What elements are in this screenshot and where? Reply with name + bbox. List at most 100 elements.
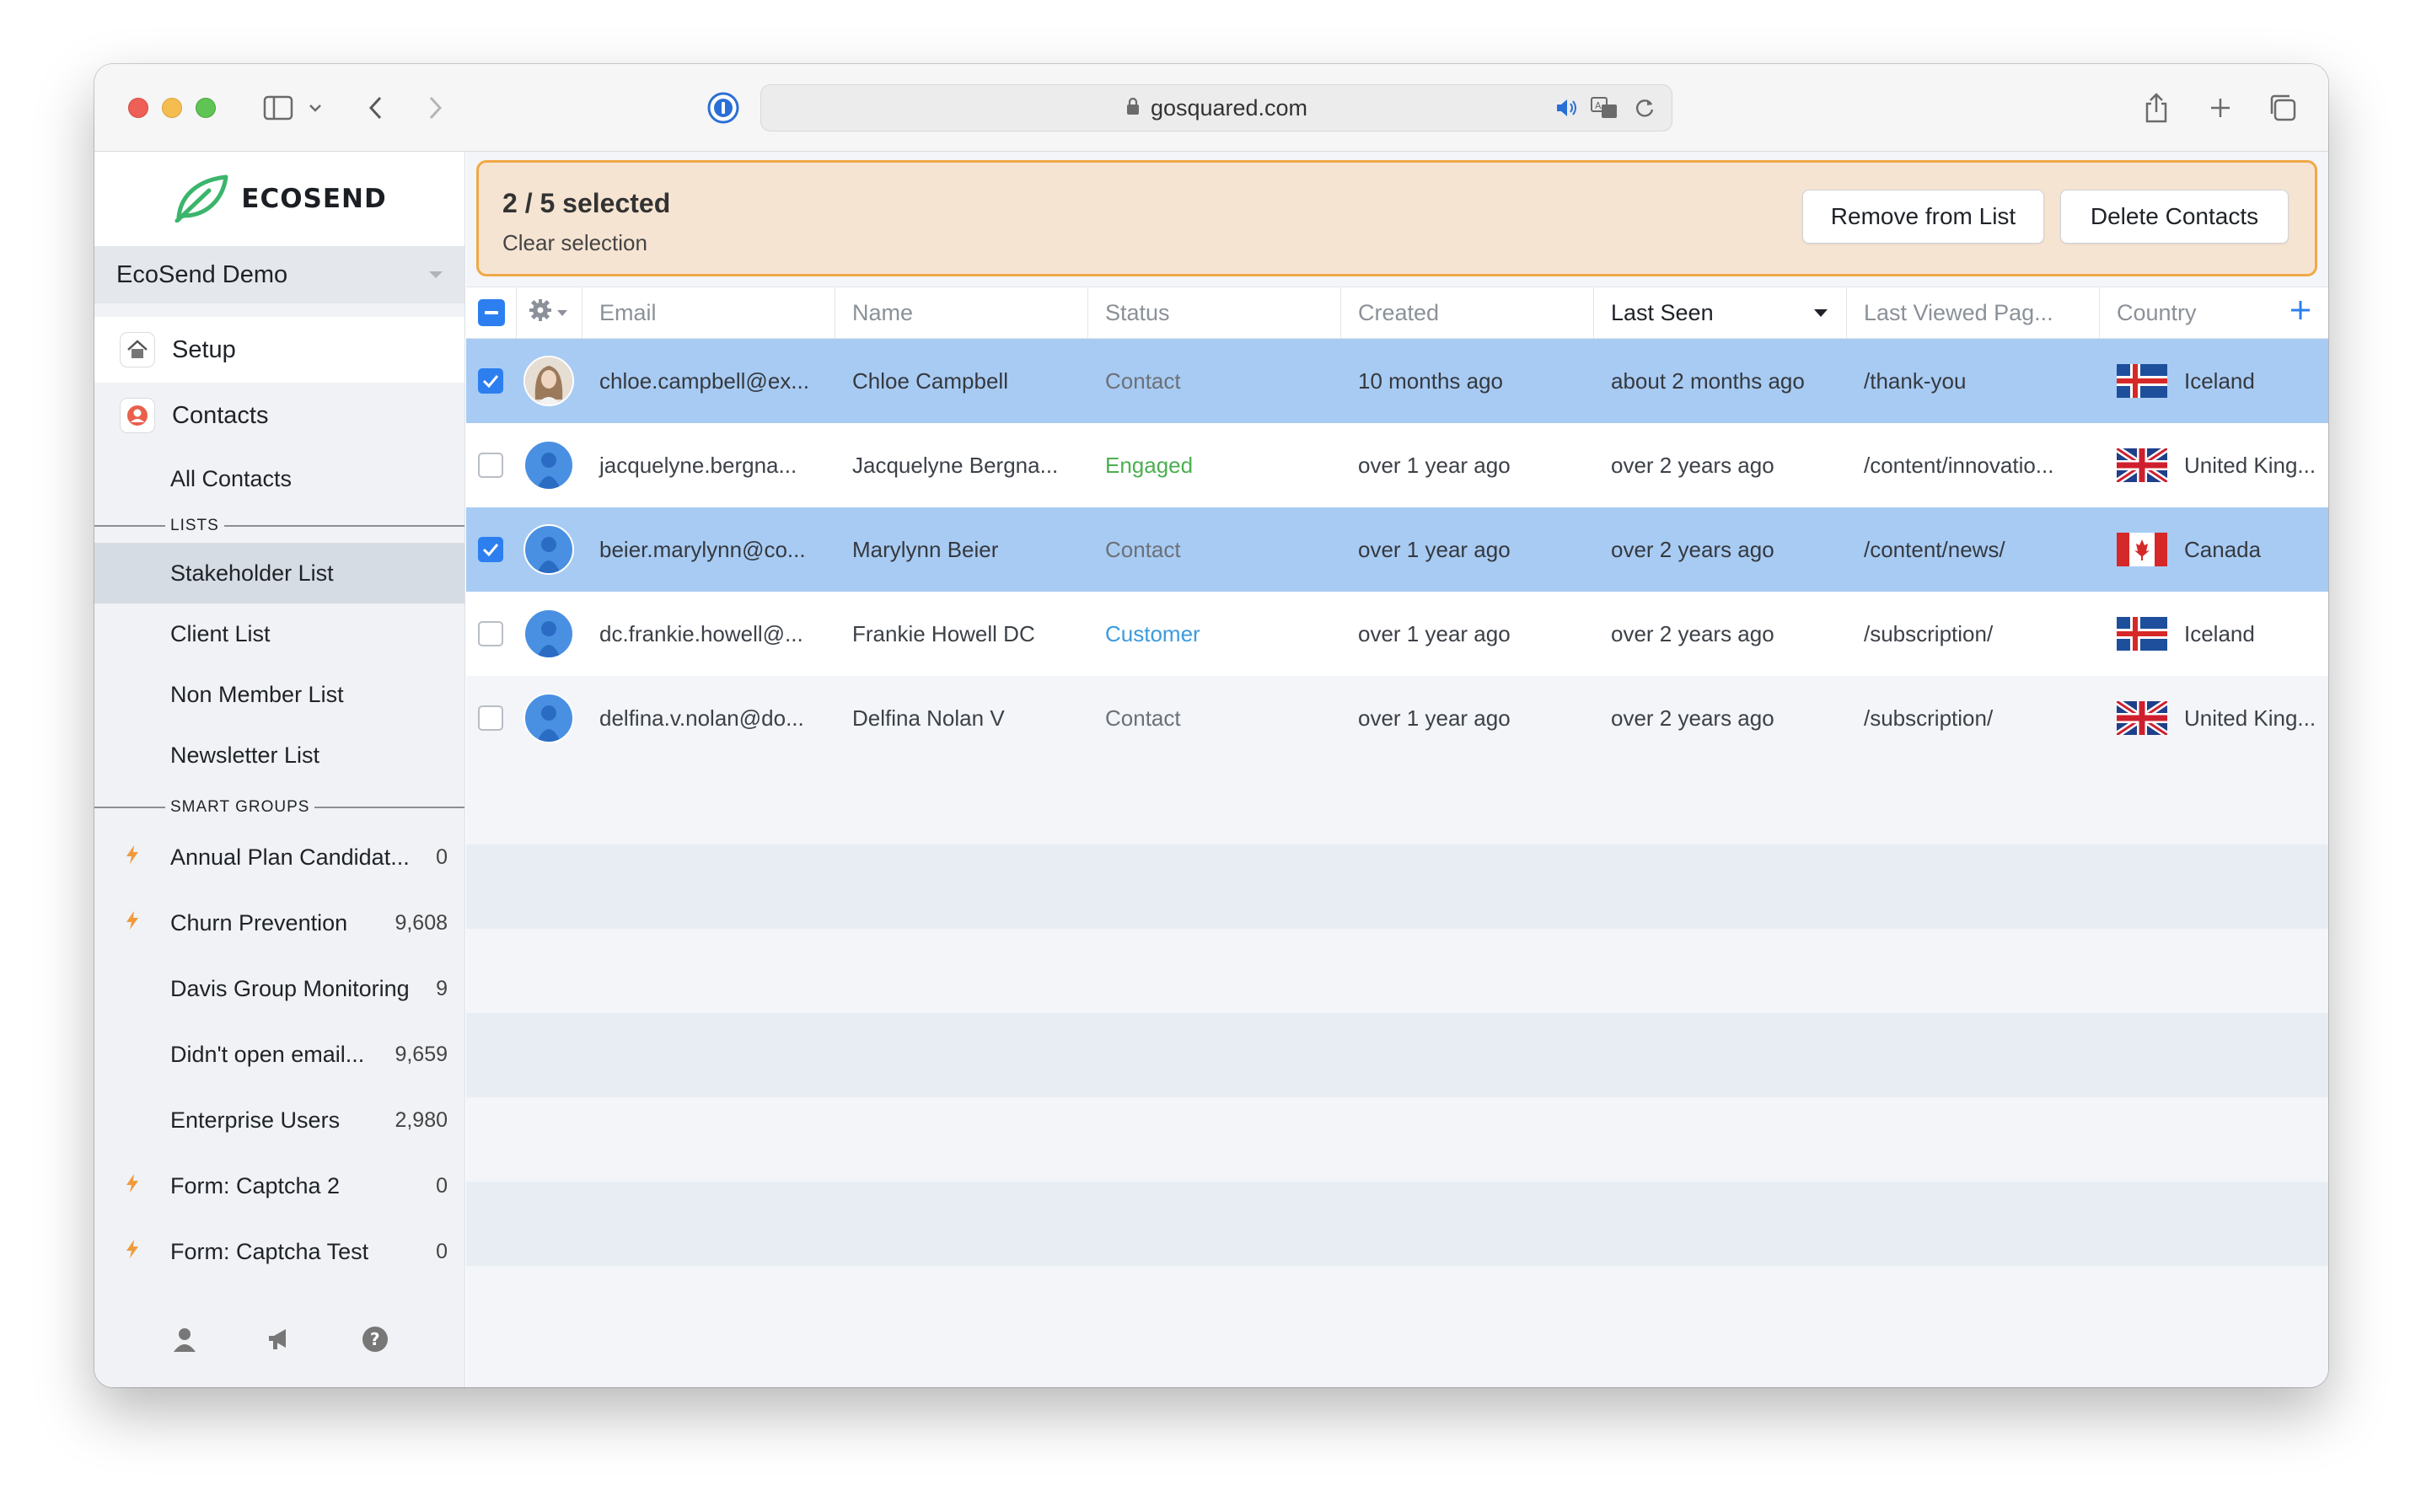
back-arrow-icon[interactable] — [362, 86, 388, 130]
smart-group-item[interactable]: Form: Captcha 2 0 — [94, 1153, 464, 1219]
speaker-icon[interactable] — [1553, 86, 1581, 130]
sidebar-item-list[interactable]: Non Member List — [94, 664, 464, 725]
reload-icon[interactable] — [1632, 86, 1657, 130]
column-header-created[interactable]: Created — [1341, 287, 1594, 338]
iceland-flag-icon — [2117, 364, 2167, 398]
iceland-flag-icon — [2117, 617, 2167, 651]
column-header-name[interactable]: Name — [835, 287, 1088, 338]
name-cell[interactable]: Jacquelyne Bergna... — [835, 423, 1088, 507]
sidebar-item-label: Newsletter List — [170, 742, 320, 768]
translate-icon[interactable]: A — [1588, 86, 1622, 130]
last-viewed-page-cell: /subscription/ — [1864, 705, 1994, 731]
table-row[interactable]: dc.frankie.howell@... Frankie Howell DC Cu… — [466, 592, 2328, 676]
email-cell[interactable]: beier.marylynn@co... — [582, 507, 835, 592]
country-cell: Canada — [2100, 507, 2328, 592]
column-header-last-seen[interactable]: Last Seen — [1594, 287, 1847, 338]
uk-flag-icon — [2117, 701, 2167, 735]
sidebar-item-list[interactable]: Newsletter List — [94, 725, 464, 785]
sidebar-item-list[interactable]: Stakeholder List — [94, 543, 464, 603]
name-cell[interactable]: Chloe Campbell — [835, 339, 1088, 423]
table-header: Email Name Status Created Last Seen Last… — [466, 287, 2328, 339]
smart-group-item[interactable]: Form: Captcha Test 0 — [94, 1219, 464, 1284]
forward-arrow-icon[interactable] — [423, 86, 448, 130]
sidebar-item-contacts[interactable]: Contacts — [94, 383, 464, 448]
megaphone-icon[interactable] — [266, 1327, 294, 1356]
email-cell[interactable]: dc.frankie.howell@... — [582, 592, 835, 676]
name-cell[interactable]: Delfina Nolan V — [835, 676, 1088, 760]
smart-group-name: Didn't open email... — [170, 1041, 365, 1067]
email-cell[interactable]: delfina.v.nolan@do... — [582, 676, 835, 760]
row-checkbox[interactable] — [478, 621, 503, 646]
smart-groups-section-header: SMART GROUPS — [94, 791, 464, 824]
column-header-email[interactable]: Email — [582, 287, 835, 338]
sidebar-item-list[interactable]: Client List — [94, 603, 464, 664]
smart-group-name: Davis Group Monitoring — [170, 975, 410, 1001]
browser-window: gosquared.com A ECOSEND EcoSend Demo Set… — [94, 64, 2328, 1387]
close-window-button[interactable] — [128, 98, 148, 118]
share-icon[interactable] — [2139, 86, 2173, 130]
add-column-icon[interactable] — [2289, 299, 2311, 327]
smart-group-item[interactable]: Davis Group Monitoring 9 — [94, 956, 464, 1021]
table-row[interactable]: delfina.v.nolan@do... Delfina Nolan V Cont… — [466, 676, 2328, 760]
sidebar-item-label: All Contacts — [170, 465, 293, 491]
table-row[interactable]: chloe.campbell@ex... Chloe Campbell Contac… — [466, 339, 2328, 423]
avatar — [523, 693, 574, 743]
sidebar-item-all-contacts[interactable]: All Contacts — [94, 448, 464, 509]
tab-overview-icon[interactable] — [2266, 86, 2300, 130]
column-header-country[interactable]: Country — [2100, 287, 2328, 338]
smart-group-item[interactable]: Enterprise Users 2,980 — [94, 1087, 464, 1153]
email-cell[interactable]: chloe.campbell@ex... — [582, 339, 835, 423]
address-bar[interactable]: gosquared.com — [760, 84, 1672, 131]
smart-group-item[interactable]: Annual Plan Candidat... 0 — [94, 824, 464, 890]
country-cell: Iceland — [2100, 339, 2328, 423]
canada-flag-icon — [2117, 533, 2167, 566]
column-header-status[interactable]: Status — [1088, 287, 1341, 338]
row-checkbox[interactable] — [478, 453, 503, 478]
user-icon[interactable] — [170, 1325, 199, 1358]
avatar — [523, 440, 574, 491]
name-cell[interactable]: Marylynn Beier — [835, 507, 1088, 592]
delete-contacts-button[interactable]: Delete Contacts — [2060, 190, 2289, 244]
country-name: United King... — [2184, 705, 2316, 731]
sidebar-item-setup[interactable]: Setup — [94, 317, 464, 383]
lightning-icon — [125, 844, 170, 871]
name-cell[interactable]: Frankie Howell DC — [835, 592, 1088, 676]
column-settings-button[interactable] — [517, 287, 582, 338]
smart-group-item[interactable]: Churn Prevention 9,608 — [94, 890, 464, 956]
country-cell: Iceland — [2100, 592, 2328, 676]
row-checkbox[interactable] — [478, 368, 503, 394]
email-cell[interactable]: jacquelyne.bergna... — [582, 423, 835, 507]
gear-icon — [529, 298, 554, 329]
column-header-label: Last Seen — [1611, 299, 1714, 325]
table-row[interactable]: beier.marylynn@co... Marylynn Beier Contac… — [466, 507, 2328, 592]
last-viewed-page-cell: /subscription/ — [1864, 620, 1994, 646]
last-seen-cell: about 2 months ago — [1611, 367, 1805, 394]
sort-desc-icon — [1814, 308, 1828, 317]
smart-group-name: Annual Plan Candidat... — [170, 844, 410, 870]
sidebar-toggle-icon[interactable] — [260, 86, 297, 130]
minimize-window-button[interactable] — [162, 98, 182, 118]
password-manager-icon[interactable] — [705, 86, 742, 130]
account-switcher[interactable]: EcoSend Demo — [94, 246, 464, 303]
app-logo[interactable]: ECOSEND — [94, 152, 464, 246]
chevron-down-icon[interactable] — [305, 86, 325, 130]
clear-selection-link[interactable]: Clear selection — [502, 230, 647, 256]
smart-group-item[interactable]: Didn't open email... 9,659 — [94, 1021, 464, 1087]
row-checkbox[interactable] — [478, 537, 503, 562]
zoom-window-button[interactable] — [196, 98, 216, 118]
lock-icon — [1125, 95, 1141, 121]
help-icon[interactable]: ? — [361, 1325, 389, 1358]
row-checkbox[interactable] — [478, 705, 503, 731]
section-label: LISTS — [170, 517, 219, 534]
home-icon — [120, 332, 155, 367]
created-cell: over 1 year ago — [1358, 620, 1511, 646]
table-row[interactable]: jacquelyne.bergna... Jacquelyne Bergna...… — [466, 423, 2328, 507]
remove-from-list-button[interactable]: Remove from List — [1802, 190, 2044, 244]
empty-row — [466, 1182, 2328, 1266]
select-all-checkbox[interactable] — [478, 299, 505, 326]
lists-section-header: LISTS — [94, 509, 464, 543]
empty-row — [466, 1097, 2328, 1182]
column-header-last-viewed-page[interactable]: Last Viewed Pag... — [1847, 287, 2100, 338]
empty-row — [466, 929, 2328, 1013]
new-tab-icon[interactable] — [2204, 86, 2237, 130]
